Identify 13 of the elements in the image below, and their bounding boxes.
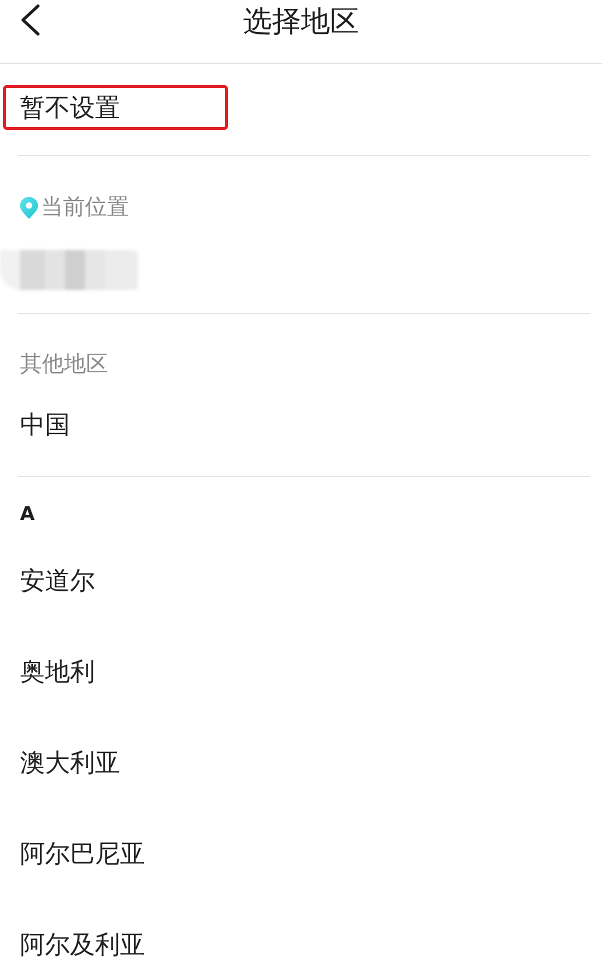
region-item[interactable]: 中国 — [20, 409, 70, 441]
location-pin-icon — [20, 197, 38, 219]
index-letter: A — [19, 502, 35, 526]
back-chevron-icon — [20, 4, 40, 36]
section-label: 其他地区 — [19, 353, 108, 377]
region-item[interactable]: 奥地利 — [20, 656, 95, 688]
region-item[interactable]: 澳大利亚 — [20, 747, 120, 779]
section-label: 当前位置 — [41, 196, 129, 220]
region-item[interactable]: 阿尔及利亚 — [20, 929, 145, 961]
skip-option[interactable]: 暂不设置 — [20, 92, 120, 124]
region-item[interactable]: 阿尔巴尼亚 — [20, 838, 145, 870]
page-title: 选择地区 — [243, 3, 359, 39]
region-item[interactable]: 安道尔 — [20, 565, 95, 597]
